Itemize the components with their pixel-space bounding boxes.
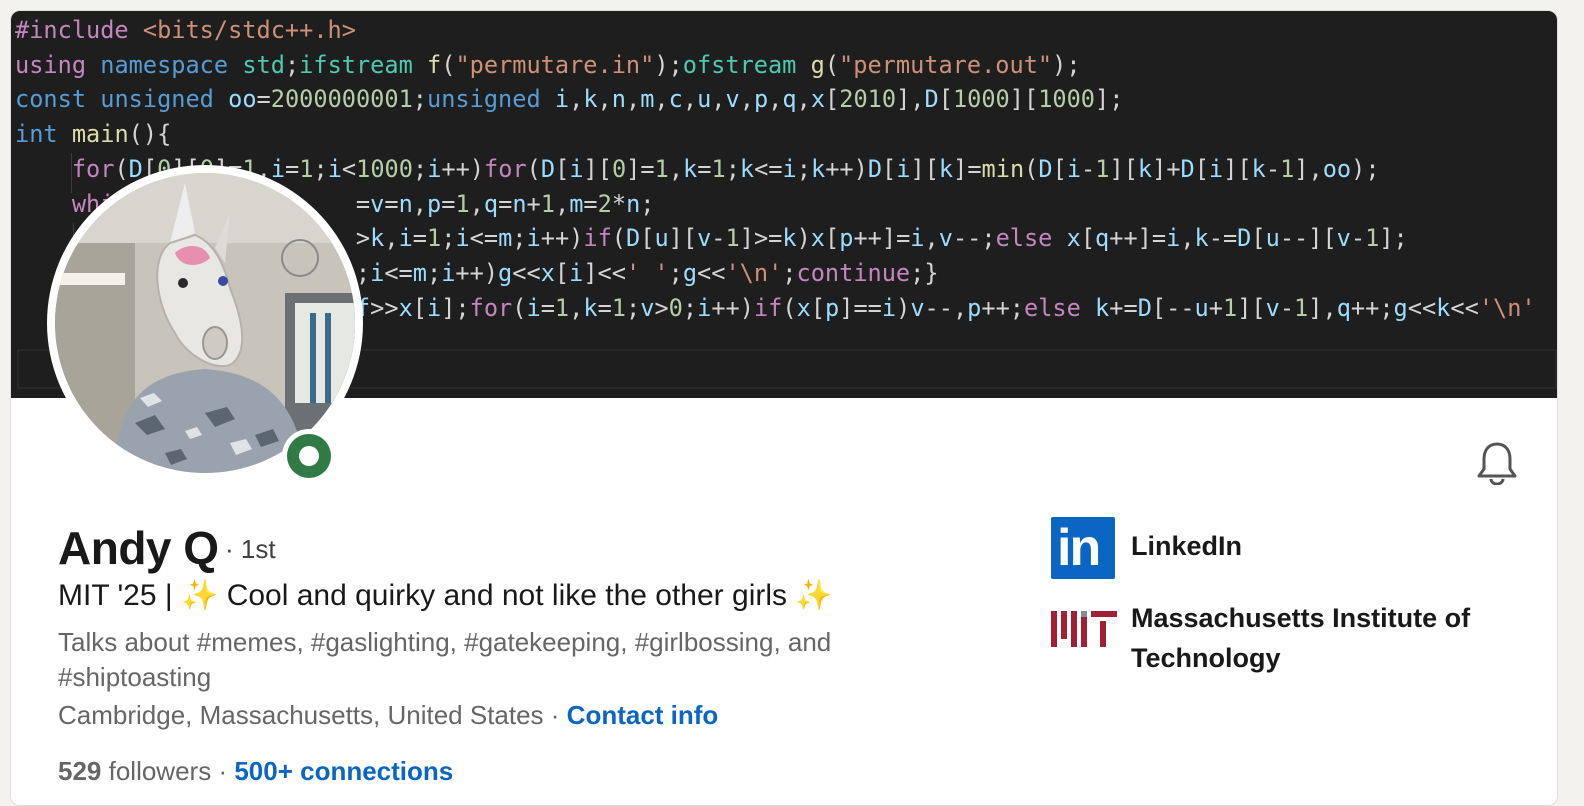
location: Cambridge, Massachusetts, United States — [58, 700, 544, 730]
followers-count: 529 — [58, 756, 102, 786]
profile-name: Andy Q — [58, 522, 219, 574]
mit-logo[interactable] — [1051, 607, 1117, 651]
linkedin-logo-text: in — [1057, 519, 1101, 577]
network-stats: 529 followers · 500+ connections — [58, 756, 453, 787]
company-linkedin[interactable]: LinkedIn — [1131, 531, 1242, 562]
code-line: const unsigned oo=2000000001;unsigned i,… — [15, 85, 1124, 114]
talks-about: Talks about #memes, #gaslighting, #gatek… — [58, 627, 832, 692]
separator: · — [211, 756, 235, 786]
followers-label: followers — [101, 756, 212, 786]
profile-headline: MIT '25 | ✨ Cool and quirky and not like… — [58, 579, 833, 612]
contact-info-link[interactable]: Contact info — [567, 700, 719, 730]
code-line: #include <bits/stdc++.h> — [15, 16, 356, 44]
code-line: using namespace std;ifstream f("permutar… — [15, 50, 1081, 79]
bell-icon[interactable] — [1475, 439, 1519, 486]
status-indicator — [287, 434, 331, 478]
code-line: int main(){ — [15, 120, 172, 149]
company-mit[interactable]: Massachusetts Institute of Technology — [1131, 598, 1511, 678]
linkedin-logo[interactable]: in — [1051, 517, 1115, 579]
connections-link[interactable]: 500+ connections — [234, 756, 453, 786]
profile-photo — [55, 173, 355, 473]
connection-degree: · 1st — [225, 534, 276, 564]
separator: · — [543, 700, 567, 730]
open-to-work-badge — [282, 429, 336, 483]
location-row: Cambridge, Massachusetts, United States … — [58, 700, 718, 731]
